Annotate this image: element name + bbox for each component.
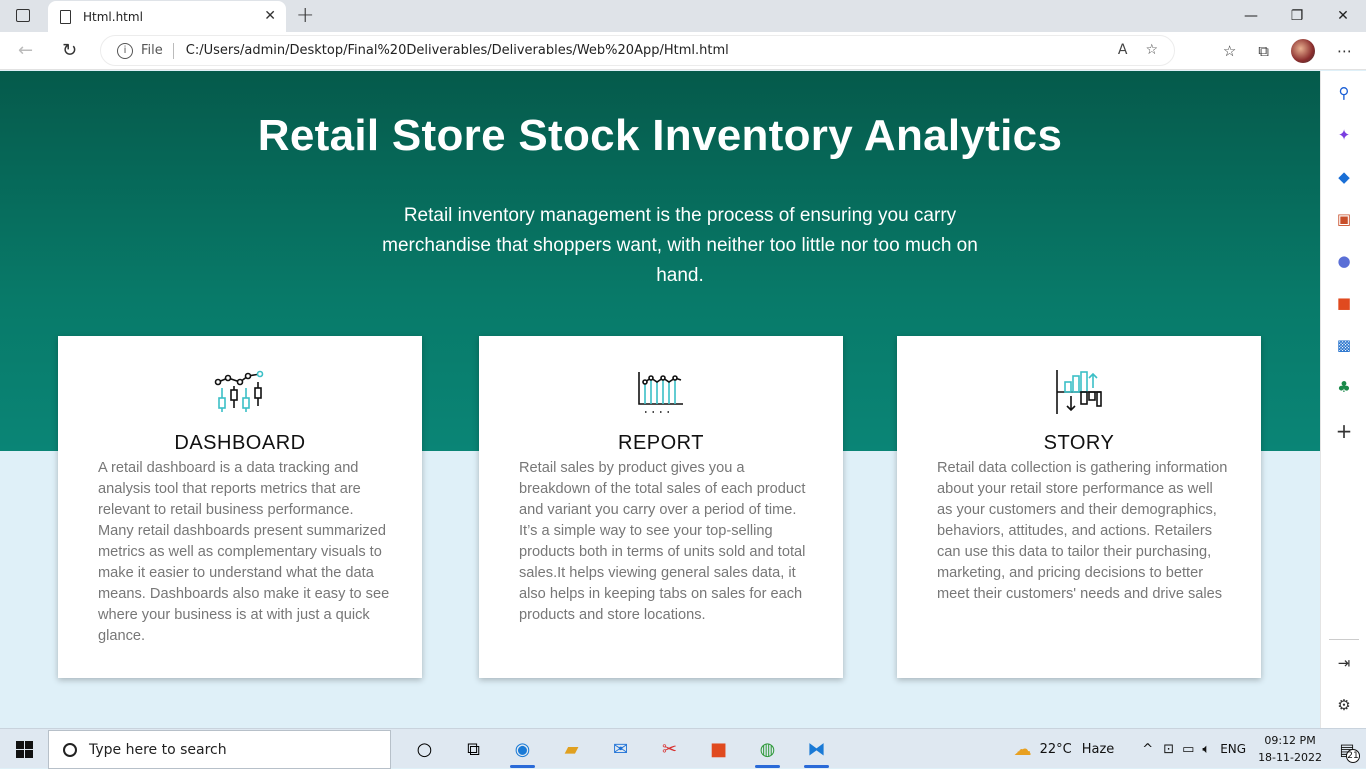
tree-icon[interactable]: ♣ bbox=[1334, 377, 1354, 397]
pinned-apps: ○ ⧉ ◉ ▰ ✉ ✂ ■ ◍ ⧓ bbox=[400, 729, 841, 769]
card-description: A retail dashboard is a data tracking an… bbox=[98, 460, 390, 644]
favorites-icon[interactable]: ☆ bbox=[1223, 42, 1236, 60]
language-indicator[interactable]: ENG bbox=[1220, 742, 1246, 756]
hide-sidebar-icon[interactable]: ⇥ bbox=[1334, 653, 1354, 673]
cortana-icon[interactable]: ○ bbox=[400, 729, 449, 769]
add-favorite-icon[interactable]: ☆ bbox=[1145, 42, 1158, 58]
url-scheme-label: File bbox=[141, 43, 163, 58]
hero-subtitle: Retail inventory management is the proce… bbox=[382, 205, 978, 286]
weather-desc[interactable]: Haze bbox=[1082, 742, 1115, 757]
bar-chart-arrows-icon bbox=[897, 368, 1261, 416]
shopping-tag-icon[interactable]: ◆ bbox=[1334, 167, 1354, 187]
vscode-icon[interactable]: ⧓ bbox=[792, 729, 841, 769]
network-icon[interactable]: ⊡ bbox=[1163, 742, 1174, 757]
info-icon[interactable]: i bbox=[117, 42, 133, 59]
card-title: DASHBOARD bbox=[174, 432, 306, 454]
chrome-icon[interactable]: ◍ bbox=[743, 729, 792, 769]
file-explorer-icon[interactable]: ▰ bbox=[547, 729, 596, 769]
windows-taskbar: Type here to search ○ ⧉ ◉ ▰ ✉ ✂ ■ ◍ ⧓ ☁ … bbox=[0, 728, 1366, 769]
card-report[interactable]: REPORT Retail sales by product gives you… bbox=[479, 336, 843, 678]
card-title: STORY bbox=[1043, 432, 1115, 454]
weather-temp[interactable]: 22°C bbox=[1040, 742, 1072, 757]
clock-time: 09:12 PM bbox=[1264, 734, 1316, 747]
minimize-icon[interactable]: — bbox=[1228, 0, 1274, 32]
collections-icon[interactable]: ⧉ bbox=[1258, 42, 1269, 60]
search-icon[interactable]: ⚲ bbox=[1334, 83, 1354, 103]
url-bar[interactable]: i File C:/Users/admin/Desktop/Final%20De… bbox=[100, 35, 1175, 66]
restore-icon[interactable]: ❐ bbox=[1274, 0, 1320, 32]
clock[interactable]: 09:12 PM 18-11-2022 bbox=[1258, 732, 1322, 766]
close-window-icon[interactable]: ✕ bbox=[1320, 0, 1366, 32]
office-icon[interactable]: ■ bbox=[694, 729, 743, 769]
notification-badge: 21 bbox=[1346, 749, 1360, 763]
mail-icon[interactable]: ✉ bbox=[596, 729, 645, 769]
more-menu-icon[interactable]: ⋯ bbox=[1337, 42, 1352, 60]
tools-icon[interactable]: ▣ bbox=[1334, 209, 1354, 229]
outlook-icon[interactable]: ▩ bbox=[1334, 335, 1354, 355]
browser-tab[interactable]: Html.html ✕ bbox=[48, 1, 286, 32]
tab-title: Html.html bbox=[83, 9, 143, 24]
file-icon bbox=[60, 9, 71, 24]
notification-icon[interactable]: ▤ 21 bbox=[1332, 734, 1362, 764]
edge-icon[interactable]: ◉ bbox=[498, 729, 547, 769]
url-text[interactable]: C:/Users/admin/Desktop/Final%20Deliverab… bbox=[186, 43, 729, 58]
taskbar-search-input[interactable]: Type here to search bbox=[48, 730, 391, 769]
weather-icon[interactable]: ☁ bbox=[1014, 739, 1032, 760]
browser-sidebar: ⚲ ✦ ◆ ▣ ● ■ ▩ ♣ + ⇥ ⚙ bbox=[1320, 71, 1366, 728]
games-icon[interactable]: ● bbox=[1334, 251, 1354, 271]
search-placeholder: Type here to search bbox=[89, 741, 227, 758]
refresh-icon[interactable]: ↻ bbox=[62, 40, 77, 61]
volume-icon[interactable]: 🔈︎ bbox=[1202, 742, 1210, 757]
back-icon[interactable]: ← bbox=[18, 40, 33, 61]
url-separator bbox=[172, 42, 174, 59]
add-sidebar-app-icon[interactable]: + bbox=[1334, 419, 1354, 443]
browser-titlebar: Html.html ✕ + — ❐ ✕ bbox=[0, 0, 1366, 32]
profile-avatar[interactable] bbox=[1291, 39, 1315, 63]
candlestick-chart-icon bbox=[58, 368, 422, 416]
card-story[interactable]: STORY Retail data collection is gatherin… bbox=[897, 336, 1261, 678]
search-icon bbox=[63, 742, 77, 757]
clock-date: 18-11-2022 bbox=[1258, 751, 1322, 764]
new-tab-icon[interactable]: + bbox=[296, 3, 314, 28]
line-chart-icon bbox=[479, 368, 843, 416]
address-toolbar: ← ↻ i File C:/Users/admin/Desktop/Final%… bbox=[0, 32, 1366, 70]
office-icon[interactable]: ■ bbox=[1334, 293, 1354, 313]
card-description: Retail sales by product gives you a brea… bbox=[519, 460, 806, 623]
close-tab-icon[interactable]: ✕ bbox=[264, 8, 276, 24]
page-title: Retail Store Stock Inventory Analytics bbox=[257, 111, 1063, 160]
page-content: Retail Store Stock Inventory Analytics R… bbox=[0, 71, 1320, 728]
battery-icon[interactable]: ▭ bbox=[1182, 742, 1194, 757]
settings-icon[interactable]: ⚙ bbox=[1334, 695, 1354, 715]
snipping-tool-icon[interactable]: ✂ bbox=[645, 729, 694, 769]
window-controls: — ❐ ✕ bbox=[1228, 0, 1366, 32]
tab-actions-icon[interactable] bbox=[16, 9, 30, 22]
sidebar-divider bbox=[1329, 639, 1359, 640]
copilot-icon[interactable]: ✦ bbox=[1334, 125, 1354, 145]
read-aloud-icon[interactable]: A bbox=[1118, 42, 1128, 58]
tray-overflow-icon[interactable]: ^ bbox=[1142, 742, 1153, 757]
card-title: REPORT bbox=[618, 432, 704, 454]
system-tray: ☁ 22°C Haze ^ ⊡ ▭ 🔈︎ ENG 09:12 PM 18-11-… bbox=[1014, 729, 1366, 769]
task-view-icon[interactable]: ⧉ bbox=[449, 729, 498, 769]
card-dashboard[interactable]: DASHBOARD A retail dashboard is a data t… bbox=[58, 336, 422, 678]
windows-start-icon[interactable] bbox=[16, 741, 33, 758]
card-description: Retail data collection is gathering info… bbox=[937, 460, 1228, 602]
